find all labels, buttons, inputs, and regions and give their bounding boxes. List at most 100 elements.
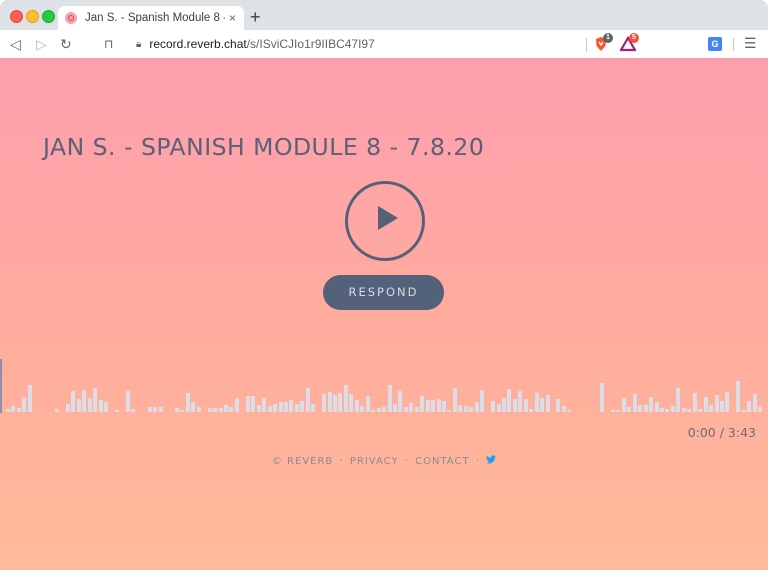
waveform-bar (382, 406, 387, 412)
waveform-bar (409, 403, 414, 412)
waveform-bar (82, 389, 87, 412)
url-text[interactable]: record.reverb.chat/s/ISviCJIo1r9IIBC47I9… (149, 37, 374, 51)
waveform-bar (736, 381, 741, 412)
waveform-bar (311, 403, 316, 412)
waveform-bar (87, 398, 92, 412)
waveform-bar (234, 398, 239, 412)
waveform-bar (115, 410, 119, 412)
waveform-bar (420, 396, 425, 412)
footer-separator: · (339, 456, 344, 467)
waveform-bar (480, 389, 485, 412)
recording-page: JAN S. - SPANISH MODULE 8 - 7.8.20 RESPO… (0, 58, 768, 570)
waveform-bar (71, 390, 76, 412)
browser-toolbar: ◁ ▷ ↻ ⊓ 🔒︎ record.reverb.chat/s/ISviCJIo… (0, 30, 768, 58)
back-icon[interactable]: ◁ (10, 35, 21, 53)
waveform-bar (534, 392, 539, 412)
url-host: record.reverb.chat (149, 37, 247, 51)
waveform-bar (540, 398, 545, 412)
waveform-bar (343, 385, 348, 412)
footer-separator: · (475, 456, 480, 467)
tab-title: Jan S. - Spanish Module 8 - 7.8.20 (85, 12, 225, 24)
waveform-bar (436, 399, 441, 412)
waveform-bar (147, 406, 152, 412)
waveform-bar (687, 408, 692, 412)
waveform-bar (392, 403, 397, 412)
waveform-bar (229, 406, 234, 412)
omnibox-divider (586, 38, 587, 52)
waveform-bar (16, 407, 21, 412)
twitter-icon[interactable] (486, 455, 497, 467)
waveform-bar (649, 397, 654, 412)
maximize-window-button[interactable] (42, 10, 55, 23)
waveform-bar (681, 407, 686, 412)
waveform-bar (213, 407, 218, 412)
toolbar-divider (733, 38, 734, 51)
waveform-bar (660, 407, 664, 412)
waveform-bar (27, 385, 32, 412)
waveform-bar (758, 406, 763, 412)
waveform-bar (491, 401, 496, 412)
waveform-bar (11, 405, 16, 412)
waveform-bar (387, 385, 392, 412)
waveform-bar (627, 406, 632, 412)
waveform-bar (643, 404, 648, 412)
waveform-bar (463, 405, 468, 412)
waveform-bar (262, 398, 267, 412)
waveform-bar (567, 410, 572, 412)
waveform-bar (283, 402, 288, 412)
waveform-bar (273, 403, 278, 412)
waveform-bar (719, 401, 724, 412)
waveform-bar (431, 400, 436, 412)
waveform-bar (153, 406, 158, 412)
minimize-window-button[interactable] (26, 10, 39, 23)
close-window-button[interactable] (10, 10, 23, 23)
waveform-bar (245, 396, 250, 412)
waveform-bar (752, 394, 757, 412)
waveform-bar (104, 402, 109, 412)
waveform-bar (638, 404, 643, 412)
waveform-bar (305, 387, 310, 412)
brave-shields-icon[interactable]: 1 (594, 33, 613, 52)
url-path: /s/ISviCJIo1r9IIBC47I97 (246, 37, 375, 51)
menu-icon[interactable]: ☰ (744, 35, 757, 52)
contact-link[interactable]: CONTACT (415, 456, 469, 467)
waveform-bar (403, 406, 408, 412)
waveform-bar (442, 401, 446, 412)
playhead-cursor[interactable] (0, 359, 2, 413)
waveform-bar (425, 400, 430, 412)
new-tab-button[interactable]: + (250, 6, 261, 28)
waveform-bar (398, 390, 403, 412)
waveform-bar (616, 410, 621, 412)
reload-icon[interactable]: ↻ (60, 35, 72, 53)
google-translate-icon[interactable]: G (708, 37, 722, 51)
waveform-bar (98, 400, 103, 412)
waveform-bar (529, 408, 534, 412)
footer-copyright: © REVERB (271, 456, 334, 467)
privacy-link[interactable]: PRIVACY (350, 456, 399, 467)
waveform-bar (76, 399, 81, 412)
waveform-bar (507, 388, 512, 412)
tab-strip: Jan S. - Spanish Module 8 - 7.8.20 × + (0, 0, 768, 30)
audio-waveform[interactable] (0, 359, 768, 413)
respond-button[interactable]: RESPOND (323, 275, 444, 310)
forward-icon[interactable]: ▷ (36, 35, 47, 53)
bookmark-icon[interactable]: ⊓ (104, 35, 113, 53)
brave-rewards-icon[interactable]: 5 (619, 33, 639, 52)
play-button[interactable] (345, 181, 425, 261)
waveform-bar (267, 405, 272, 412)
waveform-bar (698, 408, 703, 412)
waveform-bar (670, 405, 675, 412)
waveform-bar (447, 410, 452, 412)
address-bar[interactable]: 🔒︎ record.reverb.chat/s/ISviCJIo1r9IIBC4… (128, 33, 639, 55)
tab-close-icon[interactable]: × (229, 11, 236, 25)
waveform-bar (496, 403, 501, 412)
waveform-bar (251, 396, 256, 412)
lock-icon[interactable]: 🔒︎ (136, 39, 141, 50)
waveform-bar (327, 391, 332, 412)
waveform-bar (414, 406, 419, 412)
waveform-bar (610, 410, 615, 412)
browser-tab-active[interactable]: Jan S. - Spanish Module 8 - 7.8.20 × (58, 6, 244, 30)
waveform-bar (289, 400, 294, 412)
waveform-bar (93, 388, 98, 412)
waveform-bar (600, 383, 605, 412)
